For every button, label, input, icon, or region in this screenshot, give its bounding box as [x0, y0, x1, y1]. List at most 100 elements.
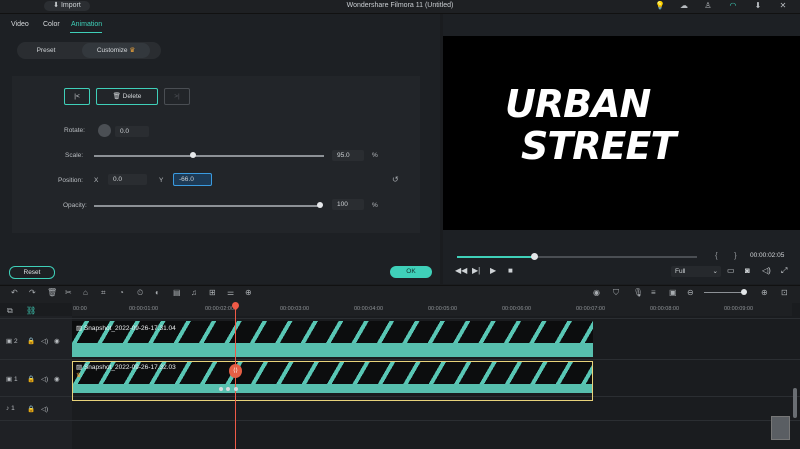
green-screen-icon[interactable]: ▤: [173, 288, 181, 297]
position-x-field[interactable]: 0.0: [108, 174, 147, 185]
mark-in-icon[interactable]: {: [715, 251, 718, 260]
reset-position-icon[interactable]: ↺: [392, 175, 399, 184]
headset-icon[interactable]: ◠: [728, 1, 738, 11]
mixer-icon[interactable]: ≡: [651, 288, 656, 297]
clip-name-text: Snapshot_2022-09-26-17.32.03: [83, 364, 176, 371]
playback-progress-handle[interactable]: [531, 253, 538, 260]
animation-keyframe-marker[interactable]: ⟨⟩: [229, 364, 242, 378]
keyframe-dot[interactable]: [219, 387, 223, 391]
skip-back-icon: |<: [74, 93, 80, 100]
eye-icon[interactable]: ◉: [54, 337, 60, 345]
zoom-value: Full: [675, 268, 686, 275]
timeline-scrollbar[interactable]: [793, 388, 797, 418]
timeline-zoom-slider[interactable]: [704, 292, 746, 293]
mic-icon[interactable]: 🎙: [633, 288, 643, 297]
cut-icon[interactable]: ✂: [65, 288, 72, 297]
user-icon[interactable]: ♙: [703, 1, 713, 11]
volume-icon[interactable]: ◁): [762, 266, 771, 275]
redo-icon[interactable]: ↷: [29, 288, 36, 297]
delete-icon[interactable]: 🗑: [47, 288, 57, 297]
keyframe-dot[interactable]: [226, 387, 230, 391]
scale-slider-handle[interactable]: [190, 152, 196, 158]
volume-icon[interactable]: ◁): [41, 405, 48, 413]
subtab-customize[interactable]: Customize ♛: [82, 43, 150, 58]
scale-unit: %: [372, 152, 378, 159]
fit-icon[interactable]: ⊡: [781, 288, 788, 297]
preview-title-line2: STREET: [521, 124, 676, 168]
volume-icon[interactable]: ◁): [41, 375, 48, 383]
tag-icon[interactable]: ⌂: [83, 288, 88, 297]
ruler-tick: 00:00:04:00: [354, 306, 384, 312]
ruler-tick: 00:00:03:00: [280, 306, 310, 312]
split-icon[interactable]: ⊞: [209, 288, 216, 297]
zoom-select[interactable]: Full ⌄: [671, 266, 721, 277]
download-icon[interactable]: ⬇: [753, 1, 763, 11]
timeline-zoom-handle[interactable]: [741, 289, 747, 295]
delete-keyframe-button[interactable]: 🗑 Delete: [96, 88, 158, 105]
trash-icon: 🗑: [112, 93, 123, 100]
lightbulb-icon[interactable]: 💡: [655, 1, 665, 11]
play-frame-icon[interactable]: ▶|: [472, 266, 480, 275]
close-icon[interactable]: ✕: [778, 1, 788, 11]
step-back-icon[interactable]: ◀◀: [455, 266, 467, 275]
clip-audio-bar: [73, 384, 592, 393]
audio-icon[interactable]: ♫: [191, 288, 197, 297]
skip-forward-icon: >|: [174, 93, 180, 100]
volume-icon[interactable]: ◁): [41, 337, 48, 345]
crown-icon: ♛: [129, 47, 136, 54]
clip-audio-bar: [72, 343, 593, 357]
caption-icon[interactable]: ▣: [669, 288, 677, 297]
clip-name: ▨ Snapshot_2022-09-26-17.32.03: [76, 363, 176, 371]
monitor-icon[interactable]: ▭: [727, 266, 735, 275]
eye-icon[interactable]: ◉: [54, 375, 60, 383]
ruler-tick: 00:00:06:00: [502, 306, 532, 312]
track-2-header: ▣ 2: [6, 337, 18, 345]
position-y-field[interactable]: -66.0: [173, 173, 212, 186]
next-keyframe-button[interactable]: >|: [164, 88, 190, 105]
image-icon: ▨: [76, 325, 84, 332]
speed-icon[interactable]: ◔: [119, 288, 124, 297]
undo-icon[interactable]: ↶: [11, 288, 18, 297]
tab-color[interactable]: Color: [43, 21, 60, 28]
timer-icon[interactable]: ⏲: [137, 288, 143, 298]
opacity-value-field[interactable]: 100: [332, 199, 364, 210]
zoom-out-icon[interactable]: ⊖: [687, 288, 694, 297]
cloud-icon[interactable]: ☁: [679, 1, 689, 11]
zoom-in-icon[interactable]: ⊕: [761, 288, 768, 297]
opacity-slider[interactable]: [94, 205, 320, 207]
scale-slider[interactable]: [94, 155, 324, 157]
fullscreen-icon[interactable]: ⤢: [781, 266, 787, 276]
stabilize-icon[interactable]: ⊕: [245, 288, 252, 297]
lock-icon[interactable]: 🔒: [27, 405, 35, 413]
reset-button[interactable]: Reset: [9, 266, 55, 279]
scale-value-field[interactable]: 95.0: [332, 150, 364, 161]
color-icon[interactable]: ◐: [155, 288, 160, 297]
shield-icon[interactable]: ⛉: [613, 288, 619, 298]
video-track-icon: ▣: [6, 338, 14, 345]
lock-icon[interactable]: 🔒: [27, 375, 35, 383]
mark-out-icon[interactable]: }: [734, 251, 737, 260]
track-1-header: ▣ 1: [6, 375, 18, 383]
opacity-slider-handle[interactable]: [317, 202, 323, 208]
rotate-value-field[interactable]: 0.0: [115, 126, 149, 137]
render-icon[interactable]: ◉: [593, 288, 600, 297]
ok-button[interactable]: OK: [390, 266, 432, 278]
rotate-dial[interactable]: [98, 124, 111, 137]
stop-icon[interactable]: ■: [508, 266, 513, 275]
import-button[interactable]: ⬇ Import: [44, 1, 90, 11]
lock-icon[interactable]: 🔒: [27, 337, 35, 345]
tab-video[interactable]: Video: [11, 21, 29, 28]
link-icon[interactable]: ⛓: [26, 306, 36, 315]
adjust-icon[interactable]: ⚌: [227, 288, 234, 297]
previous-keyframe-button[interactable]: |<: [64, 88, 90, 105]
preview-title-line1: URBAN: [505, 82, 651, 126]
play-icon[interactable]: ▶: [490, 266, 496, 275]
ruler-tick: 00:00:02:00: [205, 306, 235, 312]
position-x-label: X: [94, 177, 99, 184]
tab-animation[interactable]: Animation: [71, 21, 102, 28]
snapshot-icon[interactable]: ◙: [745, 266, 750, 275]
add-track-icon[interactable]: ⧉: [7, 306, 13, 316]
keyframe-dot[interactable]: [234, 387, 238, 391]
subtab-preset[interactable]: Preset: [17, 42, 75, 59]
crop-icon[interactable]: ⌗: [101, 288, 106, 298]
